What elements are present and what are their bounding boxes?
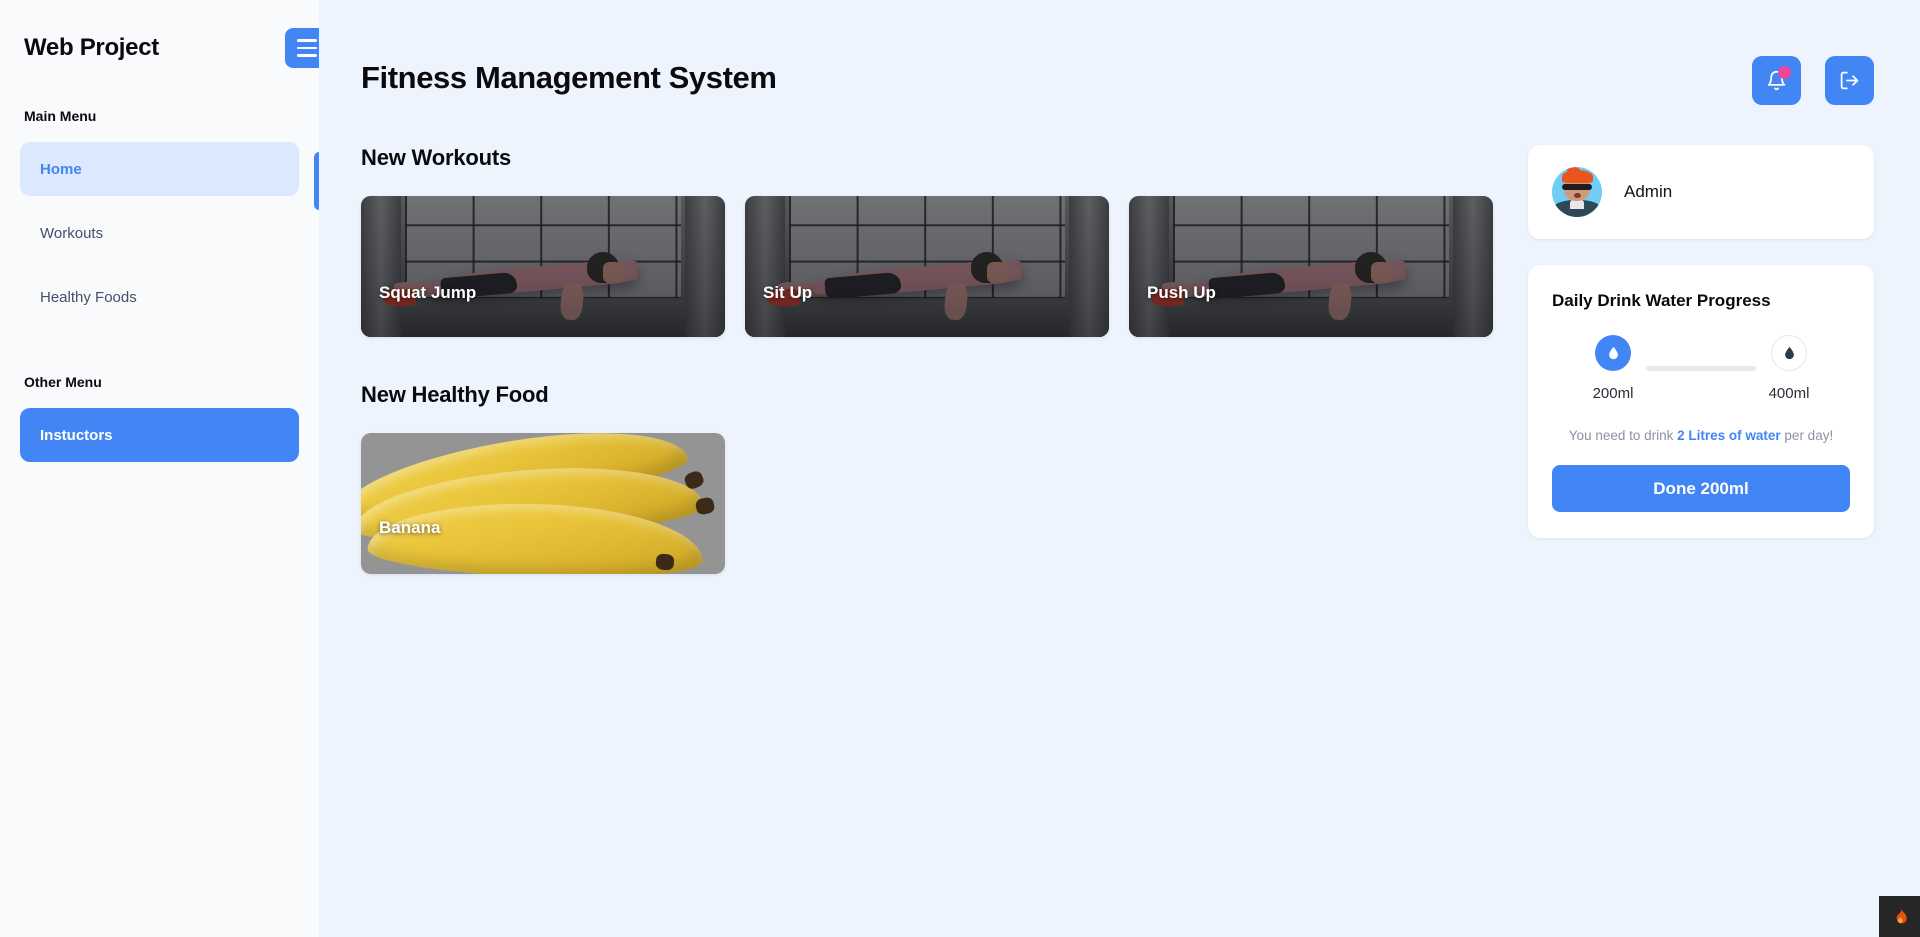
notification-badge-dot (1778, 66, 1791, 79)
workouts-grid: Squat Jump Sit Up Push Up (361, 196, 1493, 337)
main-menu-caption: Main Menu (24, 108, 97, 124)
app-root: Web Project Main Menu Home Workouts Heal… (0, 0, 1920, 937)
done-water-button[interactable]: Done 200ml (1552, 465, 1850, 512)
flame-icon (1896, 908, 1907, 924)
water-step-button[interactable] (1771, 335, 1807, 371)
sidebar-item-instuctors[interactable]: Instuctors (20, 408, 299, 462)
water-drop-icon (1608, 346, 1618, 359)
header-actions (1752, 40, 1874, 105)
water-step-connector (1646, 366, 1756, 371)
water-step-button[interactable] (1595, 335, 1631, 371)
avatar (1552, 167, 1602, 217)
sidebar-item-label: Instuctors (40, 426, 113, 444)
workout-image (745, 196, 1109, 337)
logout-button[interactable] (1825, 56, 1874, 105)
main-content: Fitness Management System New Workouts S… (319, 0, 1920, 937)
water-note-highlight: 2 Litres of water (1677, 428, 1781, 443)
logout-icon (1840, 71, 1859, 90)
water-note-suffix: per day! (1780, 428, 1834, 443)
brand-title: Web Project (24, 34, 159, 61)
food-image (361, 433, 725, 574)
water-note: You need to drink 2 Litres of water per … (1552, 428, 1850, 443)
right-panel: Admin Daily Drink Water Progress 200ml 4… (1528, 145, 1874, 538)
food-card-banana[interactable]: Banana (361, 433, 725, 574)
water-step-label: 400ml (1768, 385, 1810, 402)
workout-card-label: Squat Jump (379, 283, 477, 302)
sidebar-header: Web Project (20, 0, 329, 96)
workout-image (1129, 196, 1493, 337)
water-step-400ml: 400ml (1746, 335, 1832, 402)
profile-card[interactable]: Admin (1528, 145, 1874, 239)
other-menu-list: Instuctors (20, 408, 299, 462)
sidebar-item-label: Healthy Foods (40, 288, 137, 306)
hamburger-bar (297, 46, 317, 50)
hamburger-bar (297, 39, 317, 42)
water-stepper: 200ml 400ml (1552, 335, 1850, 402)
main-menu-list: Home Workouts Healthy Foods (20, 142, 299, 324)
corner-badge[interactable] (1879, 896, 1920, 937)
page-title: Fitness Management System (361, 60, 777, 95)
sidebar-item-label: Workouts (40, 224, 104, 242)
profile-name: Admin (1624, 182, 1673, 201)
water-step-200ml: 200ml (1570, 335, 1656, 402)
water-progress-title: Daily Drink Water Progress (1552, 291, 1771, 310)
notifications-button[interactable] (1752, 56, 1801, 105)
new-healthy-food-title: New Healthy Food (361, 382, 549, 407)
other-menu-caption: Other Menu (24, 374, 102, 390)
water-note-prefix: You need to drink (1568, 428, 1678, 443)
sidebar-item-label: Home (40, 160, 82, 178)
workout-card-squat-jump[interactable]: Squat Jump (361, 196, 725, 337)
content-row: New Workouts Squat Jump Sit Up Push Up N… (361, 145, 1874, 574)
content-left: New Workouts Squat Jump Sit Up Push Up N… (361, 145, 1493, 574)
foods-grid: Banana (361, 433, 1488, 574)
sidebar-item-workouts[interactable]: Workouts (20, 206, 299, 260)
food-card-label: Banana (379, 518, 441, 537)
sidebar: Web Project Main Menu Home Workouts Heal… (0, 0, 329, 937)
workout-card-label: Sit Up (763, 283, 813, 302)
water-progress-card: Daily Drink Water Progress 200ml 400ml Y… (1528, 265, 1874, 538)
workout-card-sit-up[interactable]: Sit Up (745, 196, 1109, 337)
water-step-label: 200ml (1592, 385, 1634, 402)
water-drop-icon (1784, 346, 1794, 359)
page-header: Fitness Management System (361, 40, 1874, 105)
workout-image (361, 196, 725, 337)
new-workouts-title: New Workouts (361, 145, 511, 170)
workout-card-push-up[interactable]: Push Up (1129, 196, 1493, 337)
workout-card-label: Push Up (1147, 283, 1216, 302)
sidebar-item-healthy-foods[interactable]: Healthy Foods (20, 270, 299, 324)
sidebar-item-home[interactable]: Home (20, 142, 299, 196)
hamburger-bar (297, 54, 317, 57)
